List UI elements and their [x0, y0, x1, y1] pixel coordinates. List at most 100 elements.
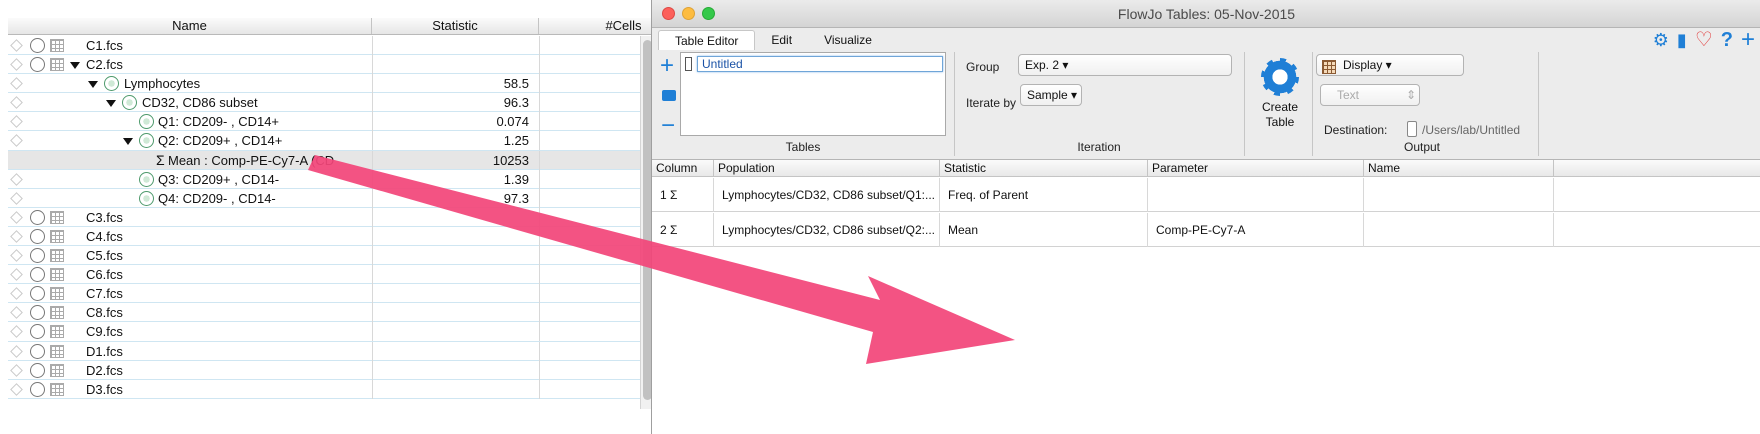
sigma-icon: Σ — [670, 188, 678, 202]
column-header-population[interactable]: Population — [714, 160, 940, 177]
title-bar[interactable]: FlowJo Tables: 05-Nov-2015 — [652, 0, 1760, 28]
column-header-name[interactable]: Name — [1364, 160, 1554, 177]
disclosure-triangle-icon[interactable] — [70, 62, 80, 70]
disclosure-triangle-icon[interactable] — [106, 100, 116, 108]
row-statistic — [372, 265, 539, 285]
section-label-output: Output — [1403, 140, 1441, 154]
group-label: Group — [966, 60, 1000, 74]
bookmark-icon[interactable]: ▮ — [1677, 29, 1687, 51]
file-icon[interactable] — [1407, 121, 1417, 137]
table-checkbox[interactable] — [685, 57, 692, 71]
row-statistic — [372, 226, 539, 246]
table-row[interactable]: C8.fcs 22886 — [8, 303, 707, 323]
row-statistic — [372, 55, 539, 75]
gear-icon[interactable]: ⚙ — [1653, 29, 1669, 51]
diamond-icon — [10, 115, 23, 129]
disclosure-triangle-icon[interactable] — [88, 81, 98, 89]
diamond-icon — [10, 287, 23, 301]
column-header-name[interactable]: Name — [8, 18, 372, 34]
diamond-icon — [10, 306, 23, 320]
table-folder-icon[interactable] — [662, 90, 676, 101]
table-row[interactable]: D1.fcs 61788 — [8, 341, 707, 361]
table-row[interactable]: C1.fcs 60540 — [8, 36, 707, 56]
remove-table-button[interactable]: − — [661, 114, 675, 138]
row-statistic: Mean — [940, 213, 1148, 247]
plus-icon[interactable]: + — [1741, 28, 1755, 52]
gate-icon — [139, 114, 154, 130]
table-row[interactable]: C3.fcs 50984 — [8, 207, 707, 227]
diamond-icon — [10, 382, 23, 396]
row-name: CD32, CD86 subset — [142, 95, 258, 111]
column-header-parameter[interactable]: Parameter — [1148, 160, 1364, 177]
diamond-icon — [10, 325, 23, 339]
grid-icon — [50, 306, 64, 320]
row-name — [1364, 178, 1554, 212]
grid-icon — [50, 58, 64, 72]
sample-circle-icon — [30, 381, 45, 397]
table-row[interactable]: D2.fcs 53186 — [8, 360, 707, 380]
table-row[interactable]: Q1: CD209- , CD14+ 0.074 27 — [8, 112, 707, 132]
row-statistic: 1.39 — [372, 169, 539, 189]
row-statistic — [372, 360, 539, 380]
toolbar-icons: ⚙ ▮ ♡ ? + — [1653, 28, 1755, 52]
row-statistic — [372, 303, 539, 323]
row-name: D1.fcs — [86, 343, 123, 359]
create-table-gear-icon[interactable] — [1261, 58, 1299, 96]
row-name: C7.fcs — [86, 286, 123, 302]
table-row[interactable]: C7.fcs 29929 — [8, 284, 707, 304]
column-header-column[interactable]: Column — [652, 160, 714, 177]
table-row[interactable]: CD32, CD86 subset 96.3 36516 — [8, 93, 707, 113]
disclosure-triangle-icon[interactable] — [123, 138, 133, 146]
row-name: Mean : Comp-PE-Cy7-A (CD — [168, 152, 335, 168]
add-table-button[interactable]: + — [660, 54, 674, 78]
table-row[interactable]: Q3: CD209+ , CD14- 1.39 508 — [8, 169, 707, 189]
group-popup[interactable]: Exp. 2 ▾ — [1018, 54, 1232, 76]
table-row[interactable]: C4.fcs 32440 — [8, 226, 707, 247]
grid-icon — [50, 39, 64, 52]
table-editor-toolbar: Table Editor Edit Visualize ⚙ ▮ ♡ ? + + … — [652, 28, 1760, 160]
diamond-icon — [10, 363, 23, 377]
grid-icon — [50, 344, 64, 358]
tab-bar: Table Editor Edit Visualize — [658, 30, 888, 50]
diamond-icon — [10, 172, 23, 186]
table-row[interactable]: C5.fcs 28450 — [8, 246, 707, 266]
row-parameter — [1148, 178, 1364, 212]
display-popup[interactable]: Display ▾ — [1316, 54, 1464, 76]
table-name-field[interactable]: Untitled — [697, 56, 943, 72]
gate-icon — [139, 190, 154, 206]
display-table-icon — [1322, 60, 1336, 74]
format-popup[interactable]: Text — [1320, 84, 1420, 106]
row-statistic — [372, 341, 539, 361]
tab-edit[interactable]: Edit — [755, 30, 808, 50]
row-name: Q1: CD209- , CD14+ — [158, 114, 280, 130]
create-table-button[interactable]: Create Table — [1250, 100, 1310, 130]
tab-visualize[interactable]: Visualize — [808, 30, 888, 50]
table-row[interactable]: C2.fcs 64777 — [8, 55, 707, 75]
section-label-iteration: Iteration — [1077, 140, 1121, 154]
iterate-by-label: Iterate by — [966, 96, 1017, 110]
column-header-statistic[interactable]: Statistic — [372, 18, 539, 34]
heart-icon[interactable]: ♡ — [1695, 29, 1713, 51]
diamond-icon — [10, 210, 23, 224]
format-stepper-icon[interactable]: ⇕ — [1406, 88, 1416, 102]
table-row[interactable]: Q2: CD209+ , CD14+ 1.25 457 — [8, 131, 707, 151]
table-row-selected[interactable]: Σ Mean : Comp-PE-Cy7-A (CD 10253 — [8, 150, 707, 170]
tab-table-editor[interactable]: Table Editor — [658, 30, 756, 50]
table-row[interactable]: Lymphocytes 58.5 37913 — [8, 74, 707, 94]
table-row[interactable]: C9.fcs 52405 — [8, 322, 707, 342]
column-header-statistic[interactable]: Statistic — [940, 160, 1148, 177]
table-row[interactable]: 1 Σ Lymphocytes/CD32, CD86 subset/Q1:...… — [652, 178, 1760, 212]
table-row[interactable]: C6.fcs 21900 — [8, 265, 707, 285]
destination-path[interactable]: /Users/lab/Untitled — [1422, 123, 1520, 137]
table-row[interactable]: Q4: CD209- , CD14- 97.3 35524 — [8, 188, 707, 208]
sample-circle-icon — [30, 286, 45, 302]
row-statistic: 1.25 — [372, 131, 539, 151]
table-row[interactable]: D3.fcs 31884 — [8, 379, 707, 399]
sample-circle-icon — [30, 324, 45, 340]
diamond-icon — [10, 58, 23, 71]
help-icon[interactable]: ? — [1721, 29, 1733, 51]
diamond-icon — [10, 77, 23, 91]
tables-list[interactable]: Untitled — [680, 52, 946, 136]
iterate-by-popup[interactable]: Sample ▾ — [1020, 84, 1082, 106]
table-row[interactable]: 2 Σ Lymphocytes/CD32, CD86 subset/Q2:...… — [652, 213, 1760, 247]
